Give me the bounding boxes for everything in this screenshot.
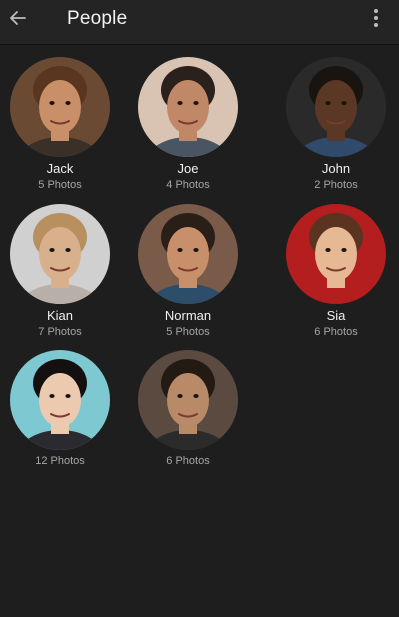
person-card[interactable]: 12 Photos [0,350,120,490]
person-card[interactable]: Joe 4 Photos [128,57,248,197]
person-avatar [138,350,238,450]
photo-count: 5 Photos [38,179,82,191]
photo-count: 7 Photos [38,326,82,338]
photo-count: 6 Photos [314,326,358,338]
person-name: Kian [46,308,74,323]
person-name: John [321,161,351,176]
photo-count: 12 Photos [35,455,85,467]
photo-count: 4 Photos [166,179,210,191]
person-card[interactable]: Norman 5 Photos [128,204,248,344]
person-name: Jack [46,161,74,176]
person-avatar [10,204,110,304]
face-photo-icon [138,204,238,304]
person-name: Sia [326,308,346,323]
person-avatar [10,57,110,157]
person-avatar [138,204,238,304]
face-photo-icon [138,57,238,157]
person-avatar [286,204,386,304]
person-avatar [286,57,386,157]
face-photo-icon [286,57,386,157]
person-card[interactable]: 6 Photos [128,350,248,490]
people-grid: Jack 5 Photos Joe 4 Photos John 2 Photos Kian 7… [0,0,399,617]
person-card[interactable]: John 2 Photos [276,57,396,197]
person-avatar [138,57,238,157]
face-photo-icon [138,350,238,450]
person-avatar [10,350,110,450]
face-photo-icon [286,204,386,304]
person-name: Norman [164,308,212,323]
person-card[interactable]: Sia 6 Photos [276,204,396,344]
face-photo-icon [10,204,110,304]
person-name: Joe [177,161,199,176]
photo-count: 5 Photos [166,326,210,338]
person-card[interactable]: Kian 7 Photos [0,204,120,344]
photo-count: 6 Photos [166,455,210,467]
person-card[interactable]: Jack 5 Photos [0,57,120,197]
photo-count: 2 Photos [314,179,358,191]
face-photo-icon [10,350,110,450]
face-photo-icon [10,57,110,157]
